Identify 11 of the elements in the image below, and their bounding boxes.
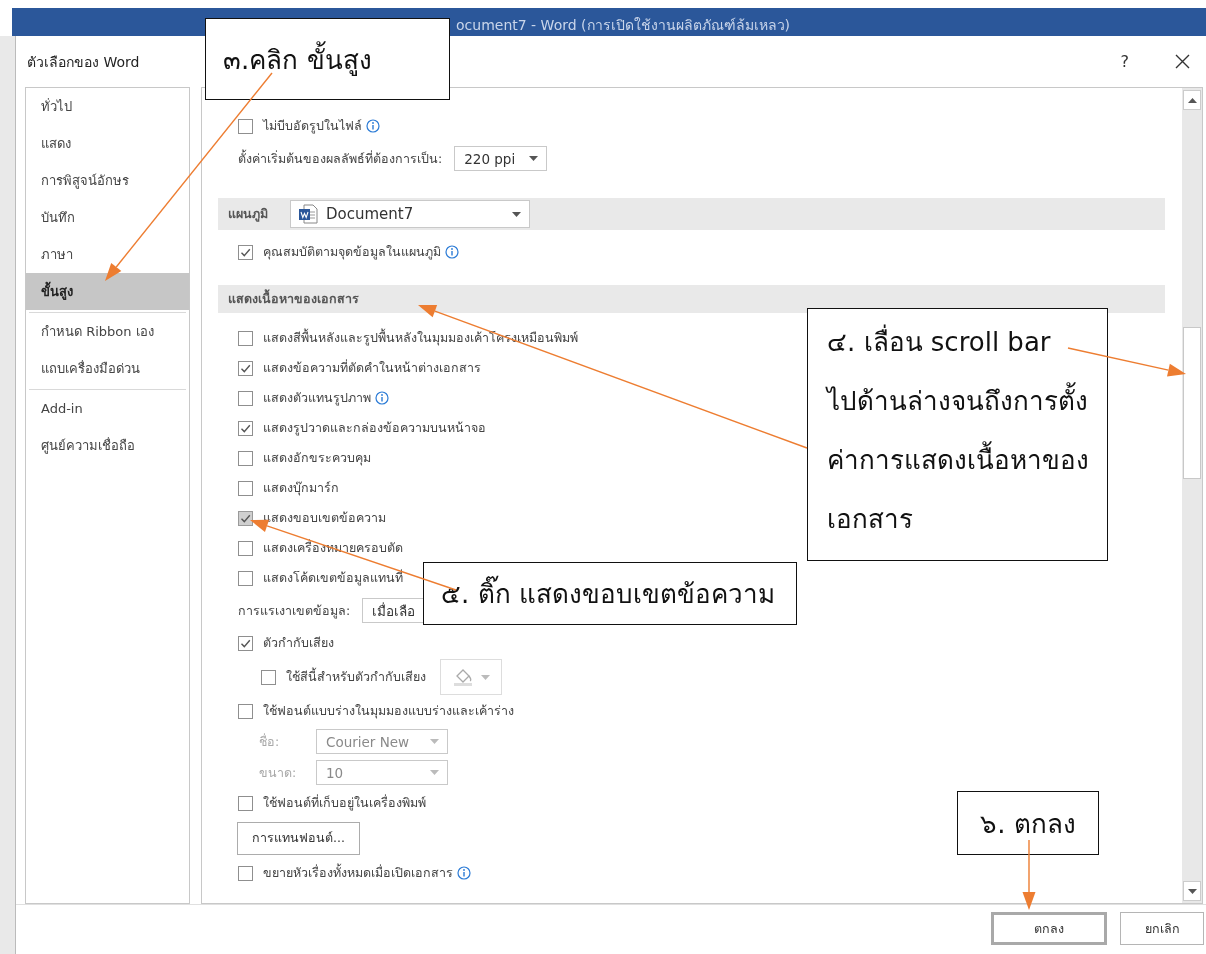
setting-label: ตั้งค่าเริ่มต้นของผลลัพธ์ที่ต้องการเป็น: <box>238 148 443 168</box>
section-title: แสดงเนื้อหาของเอกสาร <box>228 289 359 308</box>
setting-label: ชื่อ: <box>259 732 281 751</box>
callout-text: ๔. เลื่อน scroll bar ไปด้านล่างจนถึงการตั้ง ค่าการแสดงเนื้อหาของ เอกสาร <box>827 313 1089 560</box>
window-title: ocument7 - Word (การเปิดใช้งานผลิตภัณฑ์ล้มเหลว) <box>456 16 790 35</box>
callout-text: ๖. ตกลง <box>980 807 1076 841</box>
setting-label: ขนาด: <box>259 763 298 782</box>
setting-label: การแรเงาเขตข้อมูล: <box>238 601 351 621</box>
dialog-title: ตัวเลือกของ Word <box>27 52 140 72</box>
section-title: แผนภูมิ <box>228 205 268 224</box>
callout-text: ๓.คลิก ขั้นสูง <box>223 38 372 80</box>
